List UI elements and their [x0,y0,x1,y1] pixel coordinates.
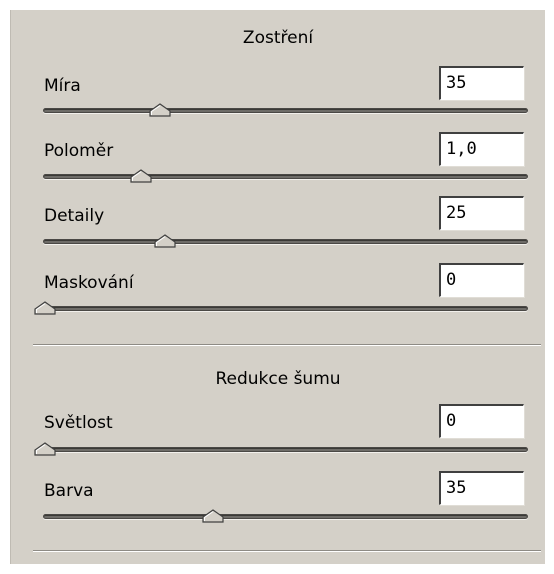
color-slider-track[interactable] [43,514,528,519]
amount-input[interactable]: 35 [439,66,524,100]
radius-slider-track[interactable] [43,174,528,179]
slider-label-color: Barva [44,481,94,501]
masking-slider-thumb[interactable] [34,301,56,315]
section-divider [33,344,541,345]
slider-label-masking: Maskování [44,273,134,293]
radius-input[interactable]: 1,0 [439,132,524,166]
detail-slider-track[interactable] [43,239,528,244]
masking-slider-track[interactable] [43,306,528,311]
amount-slider-track[interactable] [43,108,528,113]
slider-label-luminance: Světlost [44,413,113,433]
slider-label-radius: Poloměr [44,141,114,161]
color-slider-thumb[interactable] [202,509,224,523]
detail-panel: Zostření Míra 35 Poloměr 1,0 Detaily 25 … [10,10,545,564]
luminance-input[interactable]: 0 [439,404,524,438]
detail-slider-thumb[interactable] [154,234,176,248]
masking-input[interactable]: 0 [439,263,524,297]
luminance-slider-track[interactable] [43,447,528,452]
bottom-divider [33,550,541,551]
section-title-noise-reduction: Redukce šumu [215,369,341,389]
luminance-slider-thumb[interactable] [34,442,56,456]
slider-label-amount: Míra [44,76,81,96]
detail-input[interactable]: 25 [439,196,524,230]
slider-label-detail: Detaily [44,206,105,226]
amount-slider-thumb[interactable] [149,103,172,117]
color-input[interactable]: 35 [439,471,524,505]
section-title-sharpening: Zostření [242,28,314,48]
radius-slider-thumb[interactable] [130,169,152,183]
